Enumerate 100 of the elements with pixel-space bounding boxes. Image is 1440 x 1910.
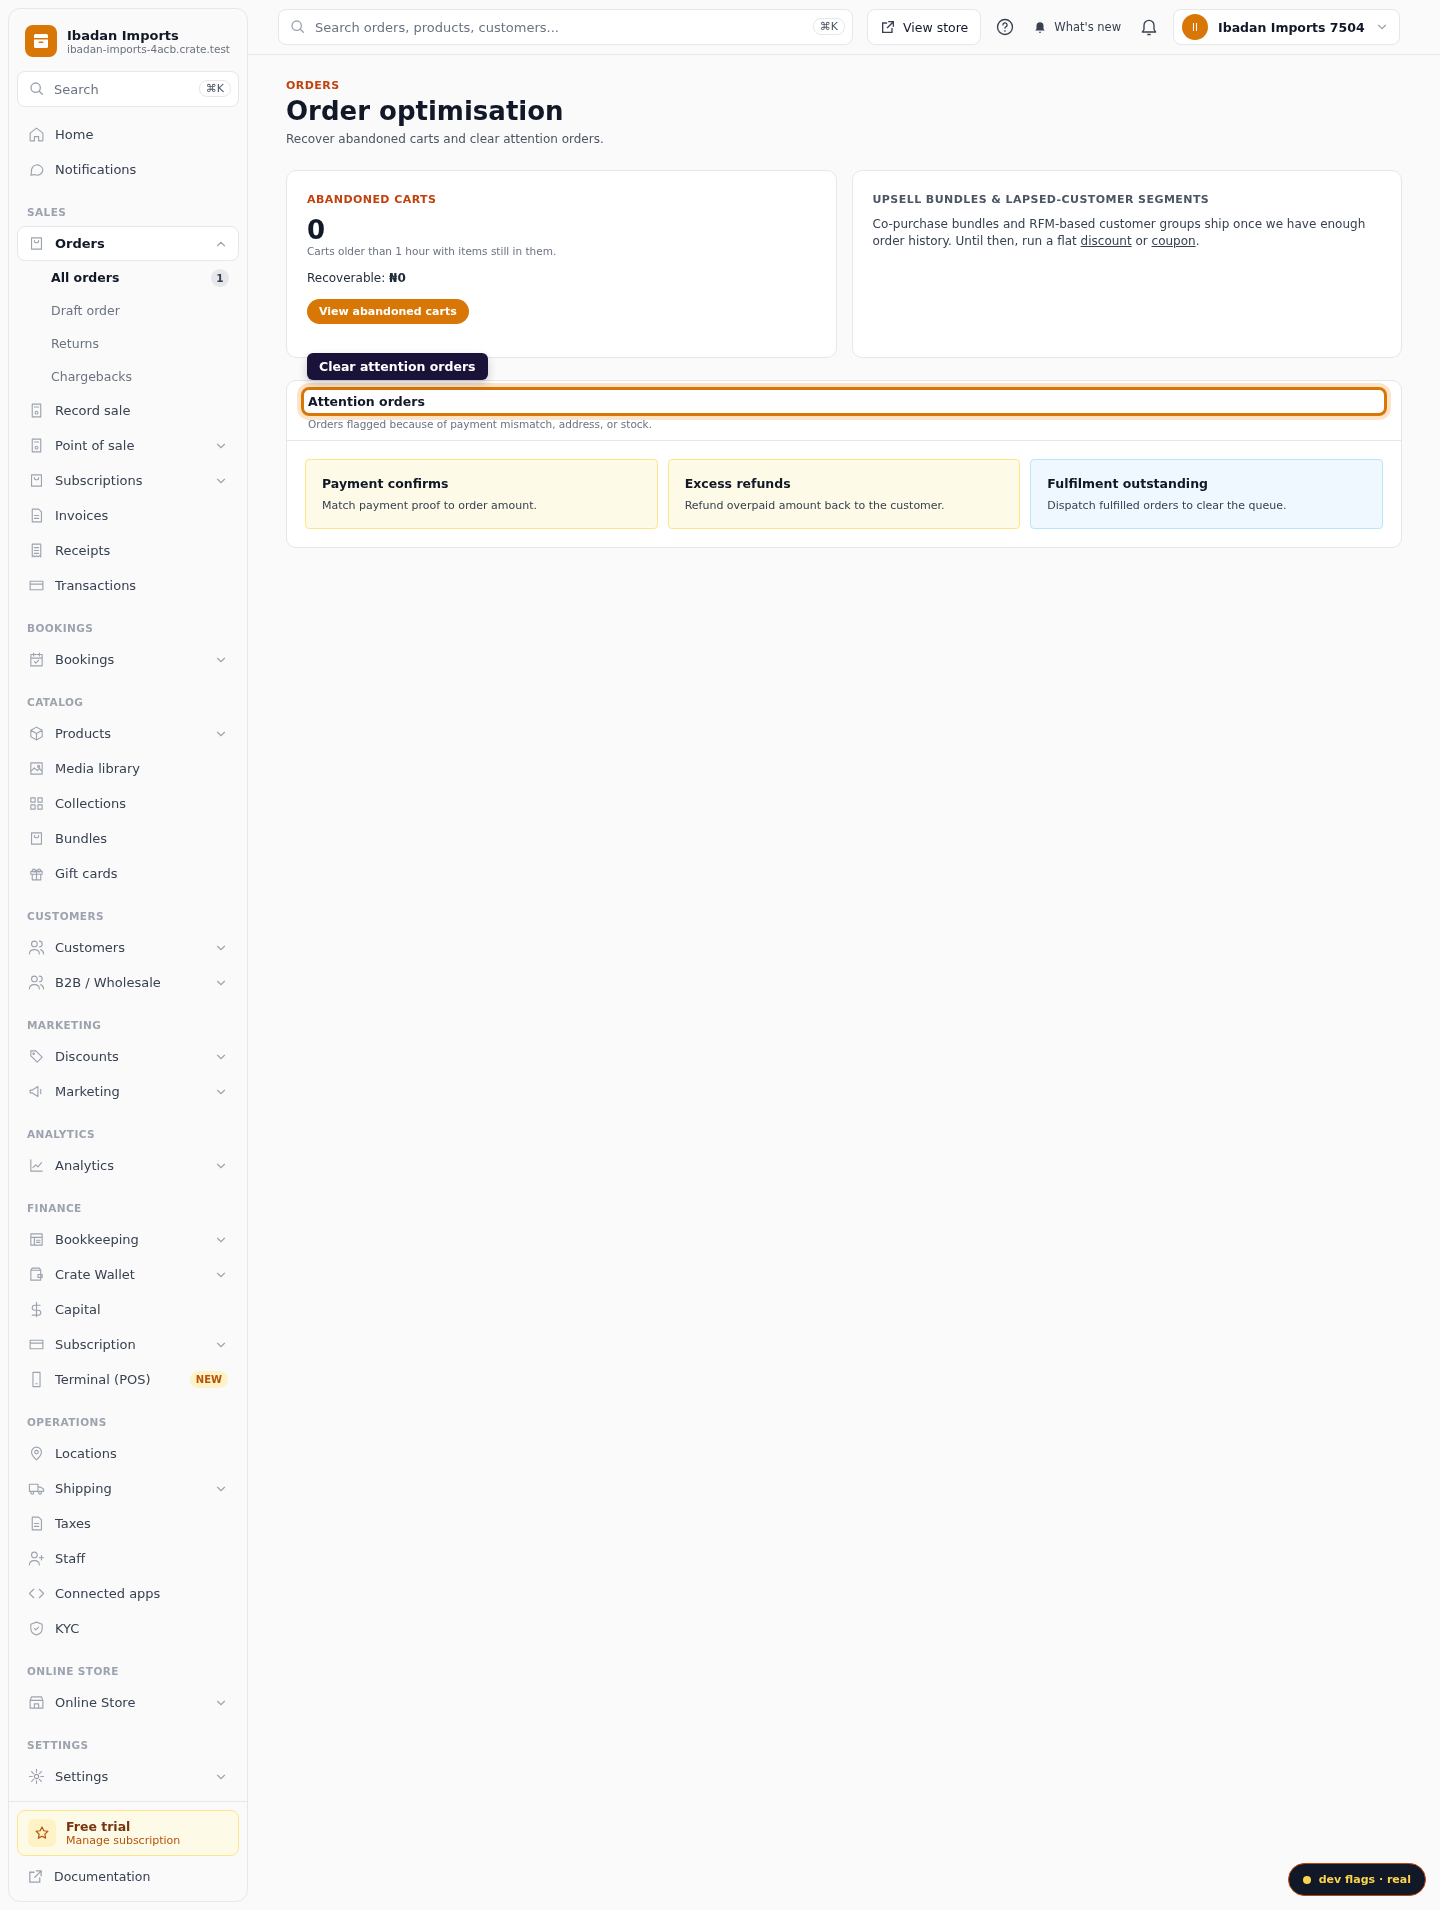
search-icon: [290, 19, 306, 35]
section-heading: SALES: [26, 205, 68, 220]
cube-icon: [28, 725, 45, 742]
store-icon: [28, 1694, 45, 1711]
nav-item[interactable]: Capital: [17, 1292, 239, 1327]
nav-item[interactable]: Taxes: [17, 1506, 239, 1541]
users-icon: [28, 939, 45, 956]
nav-item[interactable]: Crate Wallet: [17, 1257, 239, 1292]
wallet-icon: [28, 1266, 45, 1283]
image-icon: [28, 760, 45, 777]
star-icon: [34, 1825, 50, 1841]
grid-icon: [28, 795, 45, 812]
nav-item[interactable]: Products: [17, 716, 239, 751]
coupon-link[interactable]: coupon: [1151, 234, 1196, 249]
nav-item[interactable]: Online Store: [17, 1685, 239, 1720]
new-badge: NEW: [189, 1371, 228, 1388]
section-heading: BOOKINGS: [26, 621, 95, 636]
bag-icon: [28, 235, 45, 252]
attention-orders-subtitle: Orders flagged because of payment mismatch, address, or stock.: [307, 417, 654, 430]
nav-subitem[interactable]: Draft order: [17, 294, 239, 327]
nav-subitem[interactable]: All orders 1: [17, 261, 239, 294]
trial-card[interactable]: Free trial Manage subscription: [17, 1810, 239, 1856]
external-link-icon: [880, 19, 896, 35]
bell-icon: [1033, 20, 1048, 34]
nav-item[interactable]: Receipts: [17, 533, 239, 568]
dev-flags-pill[interactable]: dev flags · real: [1287, 1863, 1426, 1896]
avatar: II: [1182, 14, 1209, 40]
nav-item[interactable]: KYC: [17, 1611, 239, 1646]
section-heading: CUSTOMERS: [26, 909, 105, 924]
calendar-icon: [28, 651, 45, 668]
nav-item[interactable]: Customers: [17, 930, 239, 965]
nav-item[interactable]: Subscriptions: [17, 463, 239, 498]
search-icon: [29, 81, 45, 97]
queue-tile[interactable]: Excess refunds Refund overpaid amount back to the customer.: [667, 459, 1021, 529]
whats-new-button[interactable]: What's new: [1029, 20, 1126, 34]
nav-item[interactable]: B2B / Wholesale: [17, 965, 239, 1000]
nav-item[interactable]: Marketing: [17, 1074, 239, 1109]
nav-item[interactable]: Media library: [17, 751, 239, 786]
nav-item[interactable]: Bookings: [17, 642, 239, 677]
nav-item[interactable]: Home: [17, 117, 239, 152]
page-subtitle: Recover abandoned carts and clear attention orders.: [286, 132, 605, 146]
nav-item[interactable]: Subscription: [17, 1327, 239, 1362]
tag-icon: [28, 1048, 45, 1065]
view-store-button[interactable]: View store: [867, 9, 982, 45]
home-icon: [28, 126, 45, 143]
bag-icon: [28, 472, 45, 489]
nav-item[interactable]: Invoices: [17, 498, 239, 533]
card-note: Carts older than 1 hour with items still in them.: [307, 244, 557, 257]
nav-subitem[interactable]: Returns: [17, 327, 239, 360]
nav-item[interactable]: Terminal (POS) NEW: [17, 1362, 239, 1397]
section-heading: SETTINGS: [26, 1738, 90, 1753]
users-icon: [28, 974, 45, 991]
chat-bubble-icon: [28, 161, 45, 178]
nav-item[interactable]: Settings: [17, 1759, 239, 1794]
nav-item[interactable]: Shipping: [17, 1471, 239, 1506]
pin-icon: [28, 1445, 45, 1462]
card-heading: ABANDONED CARTS: [307, 193, 437, 206]
shield-icon: [28, 1620, 45, 1637]
section-heading: ANALYTICS: [26, 1127, 96, 1142]
nav-item[interactable]: Transactions: [17, 568, 239, 603]
nav-item[interactable]: Notifications: [17, 152, 239, 187]
account-menu[interactable]: II Ibadan Imports 7504: [1173, 9, 1400, 45]
nav-item[interactable]: Record sale: [17, 393, 239, 428]
card-text: Co-purchase bundles and RFM-based customer groups ship once we have enough order history. Until then, run a flat discount or coupon.: [872, 216, 1367, 251]
count-badge: 1: [211, 268, 229, 287]
manage-subscription-link[interactable]: Manage subscription: [66, 1834, 181, 1847]
table-icon: [28, 1231, 45, 1248]
recoverable-amount: Recoverable: ₦0: [307, 270, 406, 285]
documentation-link[interactable]: Documentation: [17, 1862, 239, 1891]
queue-tile[interactable]: Fulfilment outstanding Dispatch fulfilled orders to clear the queue.: [1030, 459, 1383, 529]
tooltip: Clear attention orders: [307, 353, 488, 380]
nav-item[interactable]: Gift cards: [17, 856, 239, 891]
help-icon[interactable]: [995, 17, 1016, 37]
card-heading: UPSELL BUNDLES & LAPSED-CUSTOMER SEGMENTS: [872, 193, 1210, 206]
section-heading: OPERATIONS: [26, 1415, 108, 1430]
queue-tile[interactable]: Payment confirms Match payment proof to order amount.: [305, 459, 658, 529]
nav-item[interactable]: Point of sale: [17, 428, 239, 463]
nav-item[interactable]: Orders: [17, 226, 239, 261]
nav-item[interactable]: Discounts: [17, 1039, 239, 1074]
discount-link[interactable]: discount: [1080, 234, 1132, 249]
external-link-icon: [27, 1868, 44, 1885]
nav-item[interactable]: Locations: [17, 1436, 239, 1471]
page-eyebrow: ORDERS: [286, 79, 341, 92]
bag-icon: [28, 830, 45, 847]
page-title: Order optimisation: [286, 96, 565, 126]
chart-icon: [28, 1157, 45, 1174]
store-domain: ibadan-imports-4acb.crate.test: [67, 42, 230, 55]
nav-item[interactable]: Collections: [17, 786, 239, 821]
nav-item[interactable]: Bookkeeping: [17, 1222, 239, 1257]
nav-item[interactable]: Connected apps: [17, 1576, 239, 1611]
nav-item[interactable]: Staff: [17, 1541, 239, 1576]
section-heading: ONLINE STORE: [26, 1664, 120, 1679]
nav-item[interactable]: Analytics: [17, 1148, 239, 1183]
nav-item[interactable]: Bundles: [17, 821, 239, 856]
section-heading: FINANCE: [26, 1201, 83, 1216]
archive-box-icon: [25, 25, 57, 57]
user-plus-icon: [28, 1550, 45, 1567]
store-name: Ibadan Imports: [67, 27, 180, 43]
section-heading: CATALOG: [26, 695, 85, 710]
nav-subitem[interactable]: Chargebacks: [17, 360, 239, 393]
